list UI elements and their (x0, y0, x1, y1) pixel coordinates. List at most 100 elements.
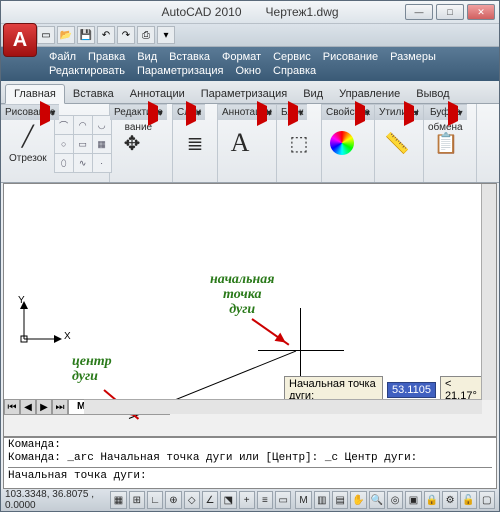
snap-toggle[interactable]: ▦ (110, 491, 126, 509)
panel-anno-label[interactable]: Аннотации (218, 104, 276, 120)
menu-param[interactable]: Параметризация (131, 64, 229, 78)
panel-util-label[interactable]: Утилиты (375, 104, 423, 120)
tab-param[interactable]: Параметризация (193, 85, 295, 103)
otrack-toggle[interactable]: ∠ (202, 491, 218, 509)
sheet-last-icon[interactable]: ⏭ (52, 399, 68, 415)
clean-screen[interactable]: ▢ (479, 491, 495, 509)
ribbon-tabs: Главная Вставка Аннотации Параметризация… (1, 81, 499, 104)
qview-layouts[interactable]: ▥ (314, 491, 330, 509)
pan-button[interactable]: ✋ (350, 491, 366, 509)
open-icon[interactable]: 📂 (57, 26, 75, 44)
osnap-toggle[interactable]: ◇ (184, 491, 200, 509)
close-button[interactable]: ✕ (467, 4, 495, 20)
dyn-value[interactable]: 53.1105 (387, 382, 436, 398)
dyn-toggle[interactable]: + (239, 491, 255, 509)
panel-props-label[interactable]: Свойства (322, 104, 374, 120)
arc-icon[interactable]: ◠ (73, 115, 93, 135)
ucs-icon: Y X (16, 301, 62, 350)
coords-readout[interactable]: 103.3348, 36.8075 , 0.0000 (5, 489, 102, 511)
toolbar-lock[interactable]: 🔓 (460, 491, 476, 509)
quick-access-toolbar: ▭ 📂 💾 ↶ ↷ ⎙ ▾ (1, 24, 499, 47)
panel-anno: A Аннотации (218, 104, 277, 182)
menu-format[interactable]: Формат (216, 50, 267, 64)
workspace: начальная точка дуги центр дуги Начальна… (3, 183, 497, 437)
sheet-prev-icon[interactable]: ◀ (20, 399, 36, 415)
ortho-toggle[interactable]: ∟ (147, 491, 163, 509)
redo-icon[interactable]: ↷ (117, 26, 135, 44)
line-icon: ╱ (14, 123, 42, 151)
block-icon: ⬚ (285, 129, 313, 157)
circle-icon[interactable]: ○ (54, 134, 74, 154)
menu-view[interactable]: Вид (131, 50, 163, 64)
ellipse-icon[interactable]: ⬯ (54, 153, 74, 173)
menu-insert[interactable]: Вставка (163, 50, 216, 64)
app-menu-button[interactable]: A (3, 23, 37, 57)
panel-draw-label[interactable]: Рисование (1, 104, 59, 120)
misc1-icon[interactable]: ◡ (92, 115, 112, 135)
qat-more-icon[interactable]: ▾ (157, 26, 175, 44)
polar-toggle[interactable]: ⊕ (165, 491, 181, 509)
app-name: AutoCAD 2010 (161, 5, 241, 19)
measure-button[interactable]: 📏 (379, 127, 415, 159)
save-icon[interactable]: 💾 (77, 26, 95, 44)
command-history[interactable]: Команда: Команда: _arc Начальная точка д… (3, 437, 497, 489)
block-button[interactable]: ⬚ (281, 127, 317, 159)
menu-help[interactable]: Справка (267, 64, 322, 78)
text-icon: A (226, 129, 254, 157)
titlebar: AutoCAD 2010 Чертеж1.dwg — □ ✕ (1, 1, 499, 24)
draw-flyout-grid: ⌒◠◡ ○▭▦ ⬯∿· (54, 115, 110, 171)
panel-layers-label[interactable]: Слои (173, 104, 205, 120)
panel-clip-label[interactable]: Буфер обмена (424, 104, 467, 120)
showmotion[interactable]: ▣ (405, 491, 421, 509)
grid-toggle[interactable]: ⊞ (129, 491, 145, 509)
sheet-next-icon[interactable]: ▶ (36, 399, 52, 415)
point-icon[interactable]: · (92, 153, 112, 173)
undo-icon[interactable]: ↶ (97, 26, 115, 44)
tab-insert[interactable]: Вставка (65, 85, 122, 103)
panel-draw: ╱ Отрезок ⌒◠◡ ○▭▦ ⬯∿· Рисование (1, 104, 110, 182)
menu-modify[interactable]: Редактировать (43, 64, 131, 78)
panel-props: Свойства (322, 104, 375, 182)
ucs-x: X (64, 331, 71, 342)
drawing-canvas[interactable]: начальная точка дуги центр дуги Начальна… (4, 184, 482, 400)
minimize-button[interactable]: — (405, 4, 433, 20)
line-button[interactable]: ╱ Отрезок (5, 121, 51, 166)
vertical-scrollbar[interactable] (481, 184, 496, 400)
qp-toggle[interactable]: ▭ (275, 491, 291, 509)
qview-drawings[interactable]: ▤ (332, 491, 348, 509)
hatch-icon[interactable]: ▦ (92, 134, 112, 154)
app-window: AutoCAD 2010 Чертеж1.dwg — □ ✕ A ▭ 📂 💾 ↶… (0, 0, 500, 512)
lwt-toggle[interactable]: ≡ (257, 491, 273, 509)
ducs-toggle[interactable]: ⬔ (220, 491, 236, 509)
model-toggle[interactable]: M (295, 491, 311, 509)
sheet-first-icon[interactable]: ⏮ (4, 399, 20, 415)
menu-dim[interactable]: Размеры (384, 50, 442, 64)
props-button[interactable] (326, 129, 358, 157)
print-icon[interactable]: ⎙ (137, 26, 155, 44)
text-button[interactable]: A (222, 127, 258, 159)
cmd-prompt[interactable]: Начальная точка дуги: (8, 467, 492, 483)
panel-edit-label[interactable]: Редактиро вание (110, 104, 167, 120)
arrow-start (251, 318, 289, 345)
line-label: Отрезок (9, 153, 47, 164)
anno-scale[interactable]: 🔒 (424, 491, 440, 509)
workspace-switch[interactable]: ⚙ (442, 491, 458, 509)
zoom-button[interactable]: 🔍 (369, 491, 385, 509)
panel-block: ⬚ Блок (277, 104, 322, 182)
menu-tools[interactable]: Сервис (267, 50, 317, 64)
menu-draw[interactable]: Рисование (317, 50, 384, 64)
color-wheel-icon (330, 131, 354, 155)
rect-icon[interactable]: ▭ (73, 134, 93, 154)
steering-wheel[interactable]: ◎ (387, 491, 403, 509)
panel-block-label[interactable]: Блок (277, 104, 307, 120)
menu-window[interactable]: Окно (229, 64, 267, 78)
maximize-button[interactable]: □ (436, 4, 464, 20)
new-icon[interactable]: ▭ (37, 26, 55, 44)
horizontal-scrollbar[interactable] (84, 399, 482, 414)
menu-file[interactable]: Файл (43, 50, 82, 64)
layers-button[interactable]: ≣ (177, 127, 213, 159)
ribbon: ╱ Отрезок ⌒◠◡ ○▭▦ ⬯∿· Рисование ✥ Редакт… (1, 104, 499, 183)
panel-layers: ≣ Слои (173, 104, 218, 182)
spline-icon[interactable]: ∿ (73, 153, 93, 173)
menu-edit[interactable]: Правка (82, 50, 131, 64)
